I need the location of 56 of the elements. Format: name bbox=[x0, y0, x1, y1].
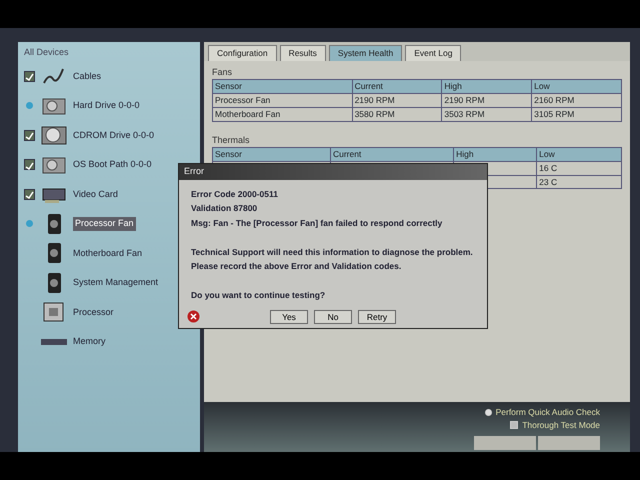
dialog-button[interactable]: Yes bbox=[270, 310, 308, 324]
tab[interactable]: Configuration bbox=[208, 45, 277, 61]
column-header: Current bbox=[352, 80, 442, 94]
dialog-text: Do you want to continue testing? bbox=[191, 289, 326, 302]
device-label[interactable]: Processor Fan bbox=[73, 217, 136, 230]
column-header: High bbox=[454, 148, 537, 162]
disc-drive-icon bbox=[41, 124, 67, 146]
tab[interactable]: Results bbox=[280, 45, 326, 61]
dialog-text: Validation 87800 bbox=[191, 202, 258, 215]
dialog-text: Error Code 2000-0511 bbox=[191, 188, 279, 200]
dialog-text: Please record the above Error and Validation codes. bbox=[191, 260, 402, 273]
status-dot bbox=[26, 220, 33, 228]
memory-icon bbox=[41, 338, 67, 345]
section-title: Thermals bbox=[212, 134, 251, 146]
column-header: Current bbox=[330, 148, 454, 162]
section-title: Fans bbox=[212, 66, 234, 79]
table-cell: Motherboard Fan bbox=[212, 107, 352, 121]
device-label[interactable]: OS Boot Path 0-0-0 bbox=[73, 158, 152, 172]
status-dot bbox=[26, 102, 33, 110]
dialog-button[interactable]: Retry bbox=[358, 310, 396, 324]
option-label: Thorough Test Mode bbox=[522, 418, 600, 432]
tab[interactable]: System Health bbox=[328, 45, 402, 61]
dialog-text: Technical Support will need this information to diagnose the problem. bbox=[191, 246, 474, 259]
tab[interactable]: Event Log bbox=[405, 45, 462, 61]
column-header: Low bbox=[536, 148, 622, 162]
radio-button[interactable] bbox=[484, 408, 492, 416]
device-label[interactable]: System Management bbox=[73, 276, 158, 290]
table-cell: Processor Fan bbox=[212, 94, 352, 108]
table-cell: 2190 RPM bbox=[352, 94, 442, 108]
device-label[interactable]: Cables bbox=[73, 70, 102, 83]
table-cell: 2160 RPM bbox=[532, 94, 622, 108]
device-label[interactable]: Hard Drive 0-0-0 bbox=[73, 99, 140, 112]
dialog-text: Msg: Fan - The [Processor Fan] fan failed to respond correctly bbox=[191, 216, 444, 230]
error-icon bbox=[187, 310, 200, 323]
column-header: Low bbox=[532, 80, 622, 94]
checkbox[interactable] bbox=[510, 421, 518, 430]
column-header: Sensor bbox=[212, 148, 330, 162]
table-cell: 3105 RPM bbox=[532, 107, 622, 121]
device-label[interactable]: CDROM Drive 0-0-0 bbox=[73, 128, 154, 142]
table-cell: 3503 RPM bbox=[442, 107, 532, 121]
device-label[interactable]: Processor bbox=[73, 306, 114, 319]
blank-button[interactable] bbox=[474, 436, 536, 450]
table-cell: 3580 RPM bbox=[352, 107, 442, 121]
blank-button[interactable] bbox=[538, 436, 600, 450]
table-cell: 16 C bbox=[536, 161, 622, 175]
device-label[interactable]: Video Card bbox=[73, 188, 118, 201]
column-header: High bbox=[442, 80, 532, 94]
sidebar-title: All Devices bbox=[24, 46, 70, 59]
table-cell: 2190 RPM bbox=[442, 94, 532, 108]
table-cell: 23 C bbox=[536, 175, 622, 189]
column-header: Sensor bbox=[212, 80, 352, 94]
device-label[interactable]: Memory bbox=[73, 335, 106, 348]
option-label: Perform Quick Audio Check bbox=[496, 406, 600, 419]
device-label[interactable]: Motherboard Fan bbox=[73, 246, 142, 260]
dialog-button[interactable]: No bbox=[314, 310, 352, 324]
dialog-title: Error bbox=[179, 164, 487, 180]
